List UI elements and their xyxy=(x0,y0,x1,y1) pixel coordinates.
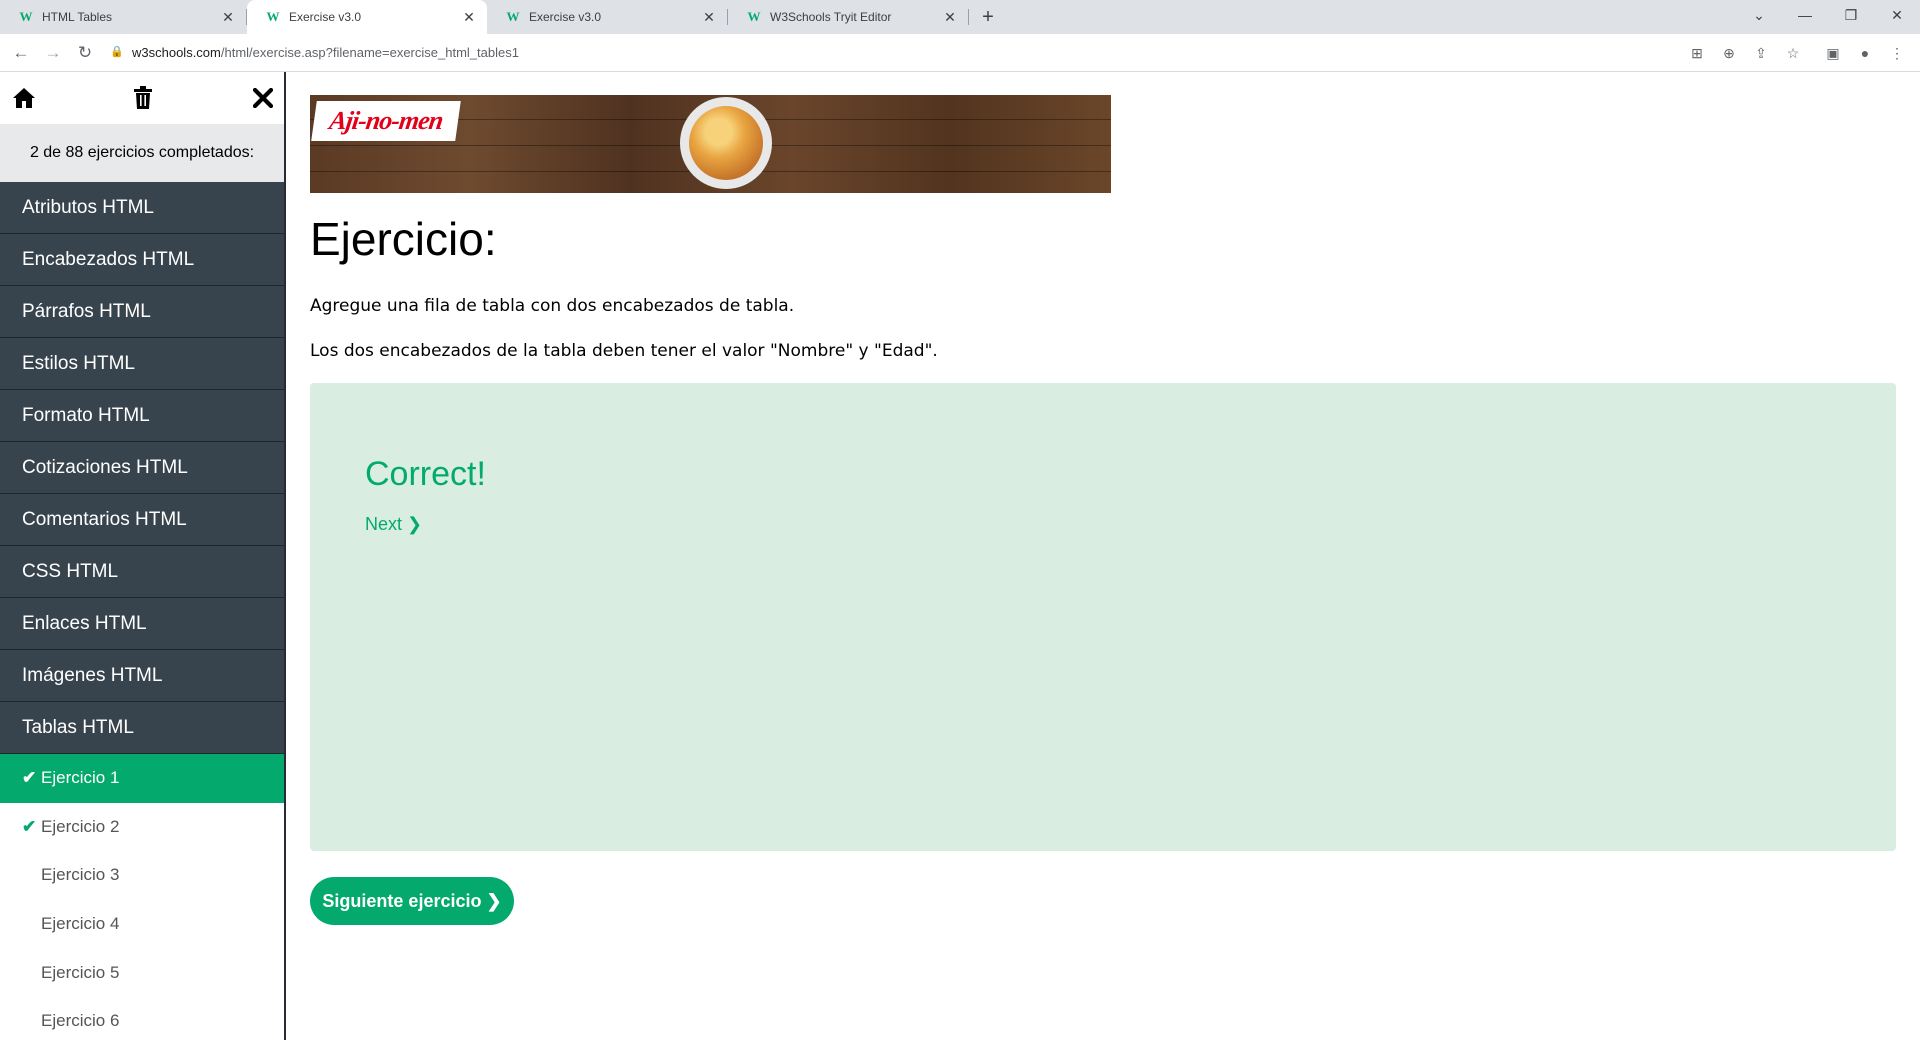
progress-text: 2 de 88 ejercicios completados: xyxy=(0,124,284,182)
new-tab-button[interactable]: + xyxy=(975,4,1001,30)
ad-brand-logo: Aji-no-men xyxy=(311,101,461,141)
category-cotizaciones-html[interactable]: Cotizaciones HTML xyxy=(0,442,284,494)
exercise-item-3[interactable]: Ejercicio 3 xyxy=(0,851,284,900)
tab-title: W3Schools Tryit Editor xyxy=(770,10,892,24)
zoom-icon[interactable]: ⊕ xyxy=(1717,41,1741,65)
category-comentarios-html[interactable]: Comentarios HTML xyxy=(0,494,284,546)
browser-tab-strip: W HTML Tables ✕ W Exercise v3.0 ✕ W Exer… xyxy=(0,0,1920,34)
exercise-label: Ejercicio 3 xyxy=(41,865,120,885)
exercise-label: Ejercicio 5 xyxy=(41,962,120,982)
category-tablas-html[interactable]: Tablas HTML xyxy=(0,702,284,754)
browser-toolbar: ← → ↻ 🔒 w3schools.com/html/exercise.asp?… xyxy=(0,34,1920,72)
category-encabezados-html[interactable]: Encabezados HTML xyxy=(0,234,284,286)
menu-kebab-icon[interactable]: ⋮ xyxy=(1885,41,1909,65)
ad-banner[interactable]: Aji-no-men xyxy=(310,95,1111,193)
close-tab-icon[interactable]: ✕ xyxy=(220,9,236,26)
exercise-item-2[interactable]: ✔ Ejercicio 2 xyxy=(0,803,284,852)
exercise-instruction-detail: Los dos encabezados de la tabla deben te… xyxy=(310,341,938,361)
exercise-label: Ejercicio 1 xyxy=(41,768,120,788)
close-tab-icon[interactable]: ✕ xyxy=(942,9,958,26)
w3schools-favicon-icon: W xyxy=(19,9,33,24)
next-link[interactable]: Next ❯ xyxy=(365,514,422,535)
forward-icon[interactable]: → xyxy=(40,40,66,66)
close-tab-icon[interactable]: ✕ xyxy=(701,9,717,26)
tab-html-tables[interactable]: W HTML Tables ✕ xyxy=(0,0,246,34)
exercise-item-5[interactable]: Ejercicio 5 xyxy=(0,948,284,997)
category-estilos-html[interactable]: Estilos HTML xyxy=(0,338,284,390)
sidebar-top-bar xyxy=(0,72,284,124)
w3schools-favicon-icon: W xyxy=(506,9,520,24)
exercise-label: Ejercicio 4 xyxy=(41,914,120,934)
back-icon[interactable]: ← xyxy=(8,40,34,66)
w3schools-favicon-icon: W xyxy=(266,9,280,24)
next-exercise-button[interactable]: Siguiente ejercicio ❯ xyxy=(310,877,514,925)
close-tab-icon[interactable]: ✕ xyxy=(461,9,477,26)
share-icon[interactable]: ⇪ xyxy=(1749,41,1773,65)
exercise-instruction: Agregue una fila de tabla con dos encabe… xyxy=(310,296,795,316)
exercise-item-6[interactable]: Ejercicio 6 xyxy=(0,997,284,1040)
tab-title: Exercise v3.0 xyxy=(289,10,362,24)
checkmark-icon: ✔ xyxy=(22,768,37,788)
exercise-item-1[interactable]: ✔ Ejercicio 1 xyxy=(0,754,284,803)
category-css-html[interactable]: CSS HTML xyxy=(0,546,284,598)
translate-icon[interactable]: ⊞ xyxy=(1685,41,1709,65)
tab-exercise-active[interactable]: W Exercise v3.0 ✕ xyxy=(247,0,487,34)
reload-icon[interactable]: ↻ xyxy=(72,40,98,66)
result-panel: Correct! Next ❯ xyxy=(310,383,1896,851)
tab-tryit-editor[interactable]: W W3Schools Tryit Editor ✕ xyxy=(728,0,968,34)
trash-icon[interactable] xyxy=(127,82,159,114)
exercise-sidebar: 2 de 88 ejercicios completados: Atributo… xyxy=(0,72,286,1040)
tab-exercise[interactable]: W Exercise v3.0 ✕ xyxy=(487,0,727,34)
address-bar[interactable]: 🔒 w3schools.com/html/exercise.asp?filena… xyxy=(110,38,1786,66)
ad-soup-bowl-image xyxy=(680,97,772,189)
bookmark-star-icon[interactable]: ☆ xyxy=(1781,41,1805,65)
category-parrafos-html[interactable]: Párrafos HTML xyxy=(0,286,284,338)
side-panel-icon[interactable]: ▣ xyxy=(1821,41,1845,65)
exercise-label: Ejercicio 6 xyxy=(41,1011,120,1031)
tab-title: Exercise v3.0 xyxy=(529,10,602,24)
close-icon[interactable] xyxy=(247,82,279,114)
home-icon[interactable] xyxy=(8,82,40,114)
tab-title: HTML Tables xyxy=(42,10,113,24)
category-formato-html[interactable]: Formato HTML xyxy=(0,390,284,442)
tab-search-icon[interactable]: ⌄ xyxy=(1736,0,1782,30)
close-window-icon[interactable]: ✕ xyxy=(1874,0,1920,30)
checkmark-icon: ✔ xyxy=(22,816,37,836)
category-atributos-html[interactable]: Atributos HTML xyxy=(0,182,284,234)
exercise-item-4[interactable]: Ejercicio 4 xyxy=(0,900,284,949)
lock-icon[interactable]: 🔒 xyxy=(110,45,124,59)
correct-message: Correct! xyxy=(365,455,486,493)
restore-icon[interactable]: ❐ xyxy=(1828,0,1874,30)
minimize-icon[interactable]: — xyxy=(1782,0,1828,30)
profile-avatar-icon[interactable]: ● xyxy=(1853,41,1877,65)
category-enlaces-html[interactable]: Enlaces HTML xyxy=(0,598,284,650)
page-title: Ejercicio: xyxy=(310,213,497,265)
url-text: w3schools.com/html/exercise.asp?filename… xyxy=(132,44,519,60)
exercise-label: Ejercicio 2 xyxy=(41,816,120,836)
category-imagenes-html[interactable]: Imágenes HTML xyxy=(0,650,284,702)
w3schools-favicon-icon: W xyxy=(747,9,761,24)
